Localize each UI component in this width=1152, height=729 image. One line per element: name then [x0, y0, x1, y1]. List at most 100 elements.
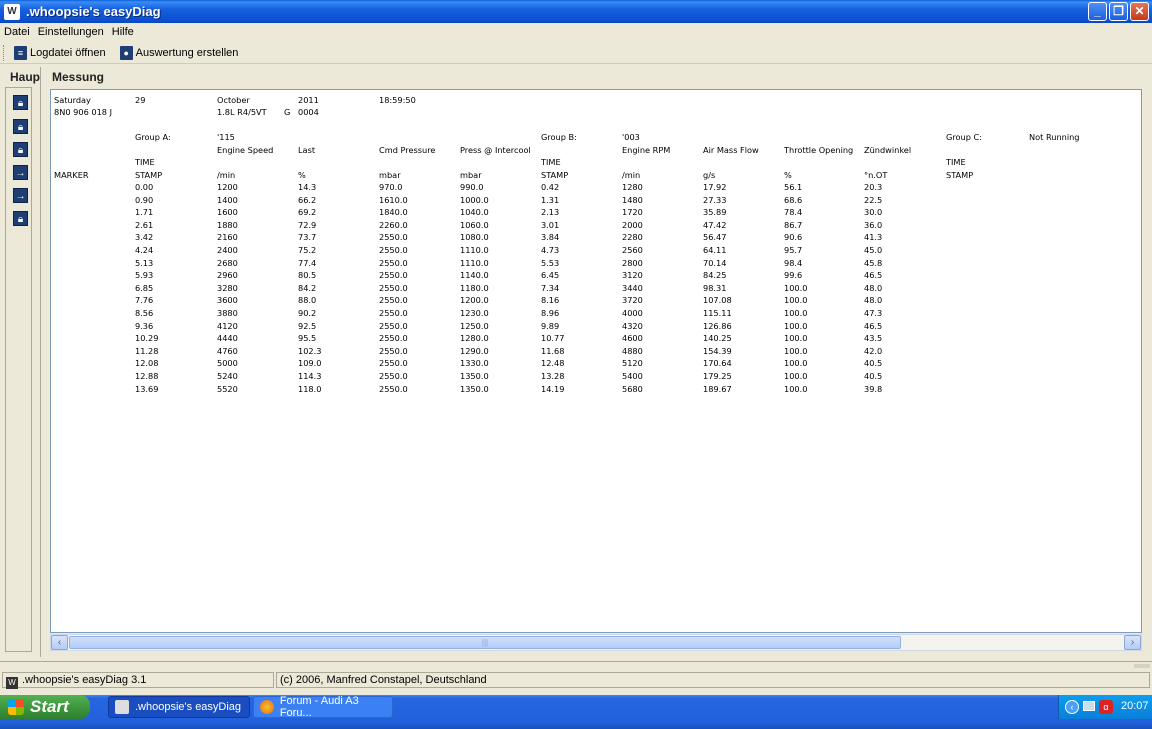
table-cell: 4320	[622, 320, 643, 331]
scroll-right-icon[interactable]: ›	[1124, 635, 1141, 650]
table-cell: 1290.0	[460, 345, 489, 356]
table-cell: 95.5	[298, 333, 317, 344]
minimize-button[interactable]: _	[1088, 2, 1107, 21]
lock-icon[interactable]: 🔒︎	[13, 211, 28, 226]
table-cell: 5400	[622, 371, 643, 381]
table-cell: 39.8	[864, 383, 883, 394]
toolbar-grip[interactable]	[3, 44, 6, 61]
table-cell: 2000	[622, 219, 643, 230]
table-cell: 12.88	[135, 371, 159, 381]
table-cell: 2550.0	[379, 371, 408, 381]
lock-icon[interactable]: 🔒︎	[13, 142, 28, 157]
column-header: Last	[298, 145, 316, 155]
create-evaluation-button[interactable]: ● Auswertung erstellen	[119, 45, 239, 60]
table-cell: 41.3	[864, 232, 883, 243]
menu-datei[interactable]: Datei	[0, 26, 34, 38]
table-cell: 35.89	[703, 207, 727, 218]
tray-expand-icon[interactable]: ‹	[1065, 700, 1079, 714]
task-easydiag[interactable]: .whoopsie's easyDiag	[108, 696, 250, 718]
column-unit: STAMP	[541, 170, 569, 180]
table-cell: 36.0	[864, 219, 883, 230]
table-cell: 990.0	[460, 182, 484, 192]
table-cell: 154.39	[703, 345, 732, 356]
table-cell: 40.5	[864, 358, 883, 369]
table-cell: 118.0	[298, 383, 322, 394]
table-cell: 22.5	[864, 194, 883, 205]
meta-date: 29	[135, 95, 146, 105]
table-cell: 86.7	[784, 219, 803, 230]
table-cell: 5.53	[541, 257, 560, 268]
antivirus-icon[interactable]: α	[1099, 700, 1113, 714]
table-cell: 1110.0	[460, 257, 489, 268]
scroll-left-icon[interactable]: ‹	[51, 635, 68, 650]
table-cell: 170.64	[703, 358, 732, 369]
table-cell: 4440	[217, 333, 238, 344]
table-cell: 102.3	[298, 345, 322, 356]
start-label: Start	[30, 697, 69, 716]
table-cell: 100.0	[784, 345, 808, 356]
column-header: Throttle Opening	[784, 145, 854, 155]
arrow-right-icon[interactable]: →	[13, 188, 28, 203]
table-cell: 27.33	[703, 194, 727, 205]
table-cell: 70.14	[703, 257, 727, 268]
table-cell: 1610.0	[379, 194, 408, 205]
meta-time: 18:59:50	[379, 95, 416, 105]
column-unit: mbar	[379, 170, 401, 180]
table-cell: 2550.0	[379, 308, 408, 318]
person-icon: ●	[119, 45, 133, 60]
table-cell: 4.24	[135, 245, 154, 255]
table-cell: 1720	[622, 207, 643, 218]
column-header: Zündwinkel	[864, 145, 912, 155]
table-cell: 80.5	[298, 270, 317, 281]
network-icon[interactable]	[1083, 701, 1095, 711]
table-cell: 1250.0	[460, 320, 489, 331]
panel-splitter[interactable]	[0, 661, 1152, 669]
lock-icon[interactable]: 🔒︎	[13, 119, 28, 134]
side-panel: Haupt 🔒︎ 🔒︎ 🔒︎ → → 🔒︎	[0, 67, 41, 657]
splitter-grip[interactable]	[1134, 664, 1150, 668]
title-bar[interactable]: W .whoopsie's easyDiag _ ❐ ✕	[0, 0, 1152, 23]
table-cell: 64.11	[703, 245, 727, 255]
menu-einstellungen[interactable]: Einstellungen	[34, 26, 108, 38]
table-cell: 9.36	[135, 320, 154, 331]
start-button[interactable]: Start	[0, 695, 90, 719]
meta-engine: 1.8L R4/5VT	[217, 107, 267, 117]
table-cell: 88.0	[298, 295, 317, 306]
table-cell: 114.3	[298, 371, 322, 381]
table-cell: 3440	[622, 282, 643, 293]
table-cell: 95.7	[784, 245, 803, 255]
table-cell: 2550.0	[379, 270, 408, 281]
table-cell: 1000.0	[460, 194, 489, 205]
measurement-sheet[interactable]: Saturday 29 October 2011 18:59:50 8N0 90…	[50, 89, 1142, 633]
column-unit: °n.OT	[864, 170, 888, 180]
table-cell: 100.0	[784, 358, 808, 369]
table-cell: 40.5	[864, 371, 883, 381]
column-header: Engine RPM	[622, 145, 671, 155]
table-cell: 109.0	[298, 358, 322, 369]
create-evaluation-label: Auswertung erstellen	[135, 46, 239, 59]
status-app-icon: W	[6, 677, 18, 689]
column-header: Press @ Intercool	[460, 145, 531, 155]
horizontal-scrollbar[interactable]: ‹ ||| ›	[50, 634, 1142, 651]
side-button-strip: 🔒︎ 🔒︎ 🔒︎ → → 🔒︎	[5, 87, 32, 652]
lock-icon[interactable]: 🔒︎	[13, 95, 28, 110]
maximize-button[interactable]: ❐	[1109, 2, 1128, 21]
menu-hilfe[interactable]: Hilfe	[108, 26, 138, 38]
arrow-right-icon[interactable]: →	[13, 165, 28, 180]
table-cell: 12.48	[541, 358, 565, 369]
clock[interactable]: 20:07	[1121, 700, 1149, 712]
column-unit: /min	[217, 170, 236, 180]
table-cell: 1480	[622, 194, 643, 205]
table-cell: 46.5	[864, 320, 883, 331]
scrollbar-thumb[interactable]: |||	[69, 636, 901, 649]
table-cell: 2550.0	[379, 333, 408, 344]
app-icon[interactable]: W	[4, 3, 20, 20]
table-cell: 1180.0	[460, 282, 489, 293]
task-firefox[interactable]: Forum - Audi A3 Foru...	[253, 695, 393, 719]
close-button[interactable]: ✕	[1130, 2, 1149, 21]
table-cell: 78.4	[784, 207, 803, 218]
table-cell: 99.6	[784, 270, 803, 281]
marker-label: MARKER	[54, 170, 89, 180]
table-cell: 100.0	[784, 383, 808, 394]
open-log-button[interactable]: ≡ Logdatei öffnen	[14, 45, 106, 60]
